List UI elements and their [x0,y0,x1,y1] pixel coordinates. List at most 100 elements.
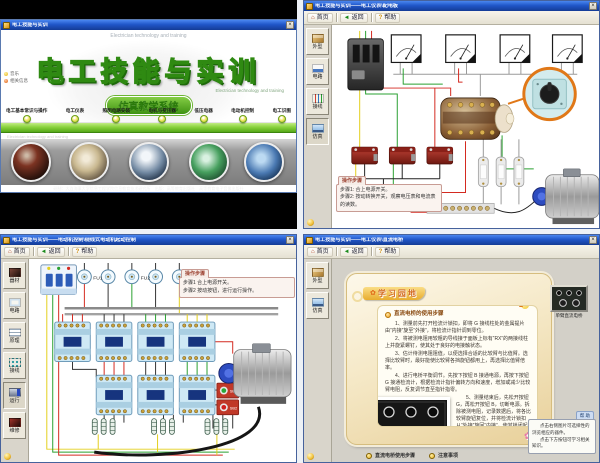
operation-steps-box: 操作步骤 步骤1: 合上电源开关。 步骤2: 按动转换开关，观察电压表和电流表的… [336,176,442,213]
link-precautions[interactable]: 注意事项 [429,453,458,459]
home-icon: ⌂ [311,15,315,21]
meter-sim-quadrant: 电工技能与实训——电工仪表\配电板 × ⌂首页 ◄返回 ?帮助 外型 电路 接线… [303,0,600,229]
menu-item-lighting[interactable]: 照明电路安装 [103,109,131,123]
menu-item-lv-apparatus[interactable]: 低压电器 [194,109,212,123]
close-icon[interactable]: × [286,21,294,29]
photo-components[interactable] [244,142,284,182]
device-thumbnail[interactable]: 单臂直流电桥 [547,285,591,319]
corner-ball-icon[interactable] [4,453,11,460]
help-button[interactable]: ?帮助 [72,247,98,257]
sidebar-simulation[interactable]: 仿真 [306,292,329,319]
toolbar: ⌂首页 ◄返回 ?帮助 [304,11,599,25]
magnifier-detail [508,68,575,119]
sidebar-equipment[interactable]: 器材 [3,262,26,289]
current-transformer-3 [427,147,453,164]
menu-item-machines[interactable]: 电机与变压器 [148,109,176,123]
computer-icon [312,298,324,307]
toolbar-separator [336,247,337,256]
sidebar-appearance[interactable]: 外型 [306,28,329,55]
device-thumbnail-image[interactable] [550,285,588,312]
menu-item-meters[interactable]: 电工仪表 [66,109,84,123]
fuse-2 [496,157,506,187]
device-thumbnail-label: 单臂直流电桥 [556,313,583,319]
wiring-icon [312,94,324,103]
label-fu2: FU2 [141,276,151,282]
radio-dot-icon[interactable] [112,115,120,123]
stop-button[interactable] [221,405,226,410]
rotor-resistor-banks [92,419,227,435]
window-title: 电工技能与实训——电工仪表\配电板 [315,3,546,8]
sidebar-wiring[interactable]: 接线 [306,88,329,115]
circuit-breaker[interactable] [41,265,77,295]
power-switch[interactable] [348,39,384,90]
menu-item-basics[interactable]: 电工基本常识与操作 [6,109,47,123]
bullet-icon [366,453,372,459]
app-icon [306,237,313,244]
simulation-canvas: FU1 FU2 [29,259,296,462]
sidebar-appearance[interactable]: 外型 [306,262,329,289]
help-note-tab: 帮 助 [576,411,594,419]
radio-dot-icon[interactable] [71,115,79,123]
start-button[interactable] [221,388,226,393]
close-icon[interactable]: × [589,2,597,10]
orange-bullet-icon [385,312,391,318]
link-usage-steps[interactable]: 直流电桥使用步骤 [366,453,415,459]
back-button[interactable]: ◄返回 [37,247,65,257]
sidebar-run[interactable]: 运行 [3,382,26,409]
view-sidebar: 外型 电路 接线 仿真 [304,25,332,228]
menu-item-drawings[interactable]: 电工识图 [273,109,291,123]
terminals-icon [9,358,21,367]
module-menu: 电工基本常识与操作 电工仪表 照明电路安装 电机与变压器 低压电器 电动机控制 … [6,109,291,123]
radio-dot-icon[interactable] [200,115,208,123]
corner-ball-icon[interactable] [307,453,314,460]
meter-icon [312,64,324,73]
step-2: 步骤2 按动按钮，进行运行操作。 [183,288,291,296]
close-icon[interactable]: × [589,236,597,244]
help-icon: ? [379,249,383,255]
step-paragraph: 2、将被测电阻用较粗的导线接于面板上标有“RX”的两接线柱上并旋紧螺钉，使其处于… [385,336,531,350]
radio-dot-icon[interactable] [239,115,247,123]
back-button[interactable]: ◄返回 [340,13,368,23]
toolbar-separator [371,13,372,22]
computer-icon [312,124,324,133]
home-button[interactable]: ⌂首页 [4,247,30,257]
help-icon: ? [76,249,80,255]
radio-dot-icon[interactable] [23,115,31,123]
help-button[interactable]: ?帮助 [375,247,401,257]
fuse-1 [478,157,488,187]
sidebar-circuit[interactable]: 电路 [306,58,329,85]
fuse-holder [149,270,163,284]
toolbar-separator [336,13,337,22]
sidebar-principle[interactable]: 原理 [3,322,26,349]
radio-dot-icon[interactable] [278,115,286,123]
home-button[interactable]: ⌂首页 [307,247,333,257]
flower-icon: ✿ [370,290,376,297]
home-icon: ⌂ [311,249,315,255]
contactor [96,322,132,361]
current-transformer-2 [389,147,415,164]
window-title: 电工技能与实训——电动机控制\绕线式电动机起动控制 [12,237,243,242]
menu-item-motor-control[interactable]: 电动机控制 [231,109,254,123]
sidebar-simulation[interactable]: 仿真 [306,118,329,145]
sidebar-repair[interactable]: 维修 [3,412,26,439]
learning-panel: ✿ 学习园地 直流电桥的使用步骤 1、测量前先打开检流计锁扣，即将 G 接线柱处… [346,273,552,445]
home-button[interactable]: ⌂首页 [307,13,333,23]
photo-pliers[interactable] [11,142,51,182]
home-icon: ⌂ [8,249,12,255]
radio-dot-icon[interactable] [158,115,166,123]
photo-motor[interactable] [189,142,229,182]
sidebar-circuit[interactable]: 电路 [3,292,26,319]
help-button[interactable]: ?帮助 [375,13,401,23]
sidebar-wiring[interactable]: 接线 [3,352,26,379]
content-title-row: 直流电桥的使用步骤 [385,311,531,319]
back-button[interactable]: ◄返回 [340,247,368,257]
photo-meter[interactable] [69,142,109,182]
corner-ball-icon[interactable] [307,219,314,226]
close-icon[interactable]: × [286,236,294,244]
photo-device[interactable] [129,142,169,182]
window-motor-sim: 电工技能与实训——电动机控制\绕线式电动机起动控制 × ⌂首页 ◄返回 ?帮助 … [0,234,297,463]
motor-run-icon [9,388,21,397]
titlebar: 电工技能与实训——电工仪表\直流电桥 × [304,235,599,245]
cam-switch[interactable] [441,98,514,139]
fuse-3 [514,157,524,187]
